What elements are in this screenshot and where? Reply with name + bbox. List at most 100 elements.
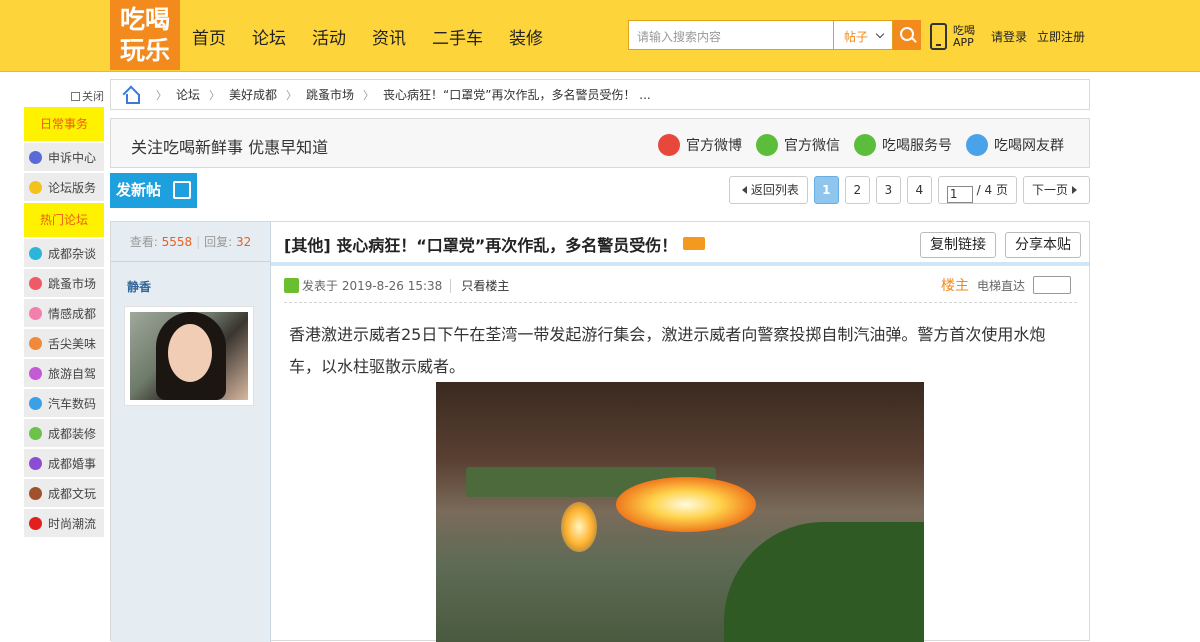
search-bar: 请输入搜索内容 帖子 bbox=[628, 20, 921, 50]
sidebar-category-hot: 热门论坛 bbox=[24, 203, 104, 237]
only-author-link[interactable]: 只看楼主 bbox=[450, 279, 510, 293]
sidebar-category-daily: 日常事务 bbox=[24, 107, 104, 141]
page-2[interactable]: 2 bbox=[844, 176, 870, 204]
decor-icon bbox=[29, 426, 42, 440]
sidebar-item-cars[interactable]: 汽车数码 bbox=[24, 389, 104, 417]
nav-decoration[interactable]: 装修 bbox=[509, 24, 543, 49]
breadcrumb: 〉论坛 〉美好成都 〉跳蚤市场 〉丧心病狂！“口罩党”再次作乱，多名警员受伤！ … bbox=[110, 79, 1090, 110]
view-count: 5558 bbox=[161, 235, 193, 249]
sidebar-item-admin[interactable]: 论坛版务 bbox=[24, 173, 104, 201]
sidebar-item-decoration[interactable]: 成都装修 bbox=[24, 419, 104, 447]
post-title: [其他] 丧心病狂！“口罩党”再次作乱，多名警员受伤！ bbox=[284, 232, 706, 256]
author-name[interactable]: 静香 bbox=[127, 278, 151, 295]
crumb-forum[interactable]: 论坛 bbox=[176, 86, 200, 103]
author-column: 查看: 5558 | 回复: 32 静香 bbox=[111, 222, 271, 642]
crumb-thread: 丧心病狂！“口罩党”再次作乱，多名警员受伤！ ... bbox=[383, 88, 651, 102]
floor-jump-input[interactable] bbox=[1033, 276, 1071, 294]
nav-news[interactable]: 资讯 bbox=[372, 24, 406, 49]
market-icon bbox=[29, 276, 42, 290]
sidebar-item-antiques[interactable]: 成都文玩 bbox=[24, 479, 104, 507]
search-icon[interactable] bbox=[893, 20, 921, 50]
weibo-icon bbox=[658, 134, 680, 156]
logo-text-line1: 吃喝 bbox=[119, 5, 170, 34]
edit-icon bbox=[173, 181, 191, 199]
qq-icon bbox=[966, 134, 988, 156]
heart-icon bbox=[29, 306, 42, 320]
main-nav: 首页 论坛 活动 资讯 二手车 装修 bbox=[192, 24, 569, 49]
thread-stats: 查看: 5558 | 回复: 32 bbox=[111, 222, 270, 262]
wechat-icon bbox=[756, 134, 778, 156]
follow-bar: 关注吃喝新鲜事 优惠早知道 官方微博 官方微信 吃喝服务号 吃喝网友群 bbox=[110, 118, 1090, 168]
wechat-link[interactable]: 官方微信 bbox=[756, 134, 840, 156]
fashion-icon bbox=[29, 516, 42, 530]
page-jump: 1 / 4 页 bbox=[937, 176, 1017, 204]
post-body: 香港激进示威者25日下午在荃湾一带发起游行集会，激进示威者向警察投掷自制汽油弹。… bbox=[289, 325, 1046, 376]
crumb-flea-market[interactable]: 跳蚤市场 bbox=[306, 86, 354, 103]
sidebar-item-travel[interactable]: 旅游自驾 bbox=[24, 359, 104, 387]
phone-icon bbox=[930, 23, 947, 50]
antique-icon bbox=[29, 486, 42, 500]
register-link[interactable]: 立即注册 bbox=[1037, 28, 1085, 45]
hot-icon bbox=[683, 237, 706, 250]
nav-events[interactable]: 活动 bbox=[312, 24, 346, 49]
logo-text-line2: 玩乐 bbox=[119, 36, 170, 65]
wedding-icon bbox=[29, 456, 42, 470]
sidebar-item-fashion[interactable]: 时尚潮流 bbox=[24, 509, 104, 537]
reply-count: 32 bbox=[236, 235, 252, 249]
post-title-bar: [其他] 丧心病狂！“口罩党”再次作乱，多名警员受伤！ 复制链接 分享本贴 bbox=[271, 222, 1089, 266]
appeal-icon bbox=[29, 150, 42, 164]
service-icon bbox=[854, 134, 876, 156]
new-post-button[interactable]: 发新帖 bbox=[110, 173, 197, 208]
post-image bbox=[436, 382, 924, 642]
online-icon bbox=[284, 278, 299, 293]
sidebar-item-emotion[interactable]: 情感成都 bbox=[24, 299, 104, 327]
nav-home[interactable]: 首页 bbox=[192, 24, 226, 49]
sidebar-item-appeal[interactable]: 申诉中心 bbox=[24, 143, 104, 171]
arrow-left-icon bbox=[741, 186, 747, 194]
car-icon bbox=[29, 396, 42, 410]
nav-used-cars[interactable]: 二手车 bbox=[432, 24, 483, 49]
copy-link-button[interactable]: 复制链接 bbox=[920, 232, 996, 258]
sidebar-item-food[interactable]: 舌尖美味 bbox=[24, 329, 104, 357]
arrow-right-icon bbox=[1072, 186, 1077, 194]
travel-icon bbox=[29, 366, 42, 380]
follow-text: 关注吃喝新鲜事 优惠早知道 bbox=[131, 138, 329, 157]
crumb-chengdu[interactable]: 美好成都 bbox=[229, 86, 277, 103]
sidebar-item-chat[interactable]: 成都杂谈 bbox=[24, 239, 104, 267]
app-label-line2: APP bbox=[953, 35, 974, 49]
qq-group-link[interactable]: 吃喝网友群 bbox=[966, 134, 1064, 156]
search-input[interactable]: 请输入搜索内容 bbox=[628, 20, 833, 50]
pagination: 返回列表 1 2 3 4 1 / 4 页 下一页 bbox=[728, 176, 1090, 204]
next-page-button[interactable]: 下一页 bbox=[1022, 176, 1090, 204]
search-type-select[interactable]: 帖子 bbox=[833, 20, 893, 50]
page-jump-input[interactable]: 1 bbox=[946, 186, 973, 203]
nav-forum[interactable]: 论坛 bbox=[252, 24, 286, 49]
sidebar-item-wedding[interactable]: 成都婚事 bbox=[24, 449, 104, 477]
login-link[interactable]: 请登录 bbox=[991, 28, 1027, 45]
share-button[interactable]: 分享本贴 bbox=[1005, 232, 1081, 258]
avatar[interactable] bbox=[124, 306, 254, 406]
back-to-list-button[interactable]: 返回列表 bbox=[728, 176, 808, 204]
app-download[interactable]: 吃喝 APP bbox=[930, 23, 975, 50]
home-icon[interactable] bbox=[123, 88, 140, 104]
weibo-link[interactable]: 官方微博 bbox=[658, 134, 742, 156]
floor-label: 楼主 bbox=[940, 278, 969, 294]
post-meta: 发表于 2019-8-26 15:38 只看楼主 楼主 电梯直达 bbox=[284, 276, 1077, 303]
app-label-line1: 吃喝 bbox=[953, 23, 975, 37]
chat-icon bbox=[29, 246, 42, 260]
elevator-label: 电梯直达 bbox=[976, 278, 1025, 293]
service-account-link[interactable]: 吃喝服务号 bbox=[854, 134, 952, 156]
food-icon bbox=[29, 336, 42, 350]
site-logo[interactable]: 吃喝 玩乐 bbox=[110, 0, 180, 70]
page-1[interactable]: 1 bbox=[813, 176, 839, 204]
post-date: 发表于 2019-8-26 15:38 bbox=[302, 279, 443, 293]
left-sidebar: 关闭 日常事务 申诉中心 论坛版务 热门论坛 成都杂谈 跳蚤市场 情感成都 舌尖… bbox=[24, 88, 104, 539]
admin-icon bbox=[29, 180, 42, 194]
page-3[interactable]: 3 bbox=[875, 176, 901, 204]
sidebar-close-button[interactable]: 关闭 bbox=[24, 88, 104, 107]
page-4[interactable]: 4 bbox=[906, 176, 932, 204]
sidebar-item-flea-market[interactable]: 跳蚤市场 bbox=[24, 269, 104, 297]
top-header: 吃喝 玩乐 首页 论坛 活动 资讯 二手车 装修 请输入搜索内容 帖子 吃喝 A… bbox=[0, 0, 1200, 72]
close-icon bbox=[71, 92, 80, 101]
post-container: 查看: 5558 | 回复: 32 静香 [其他] 丧心病狂！“口罩党”再次作乱，多… bbox=[110, 221, 1090, 642]
